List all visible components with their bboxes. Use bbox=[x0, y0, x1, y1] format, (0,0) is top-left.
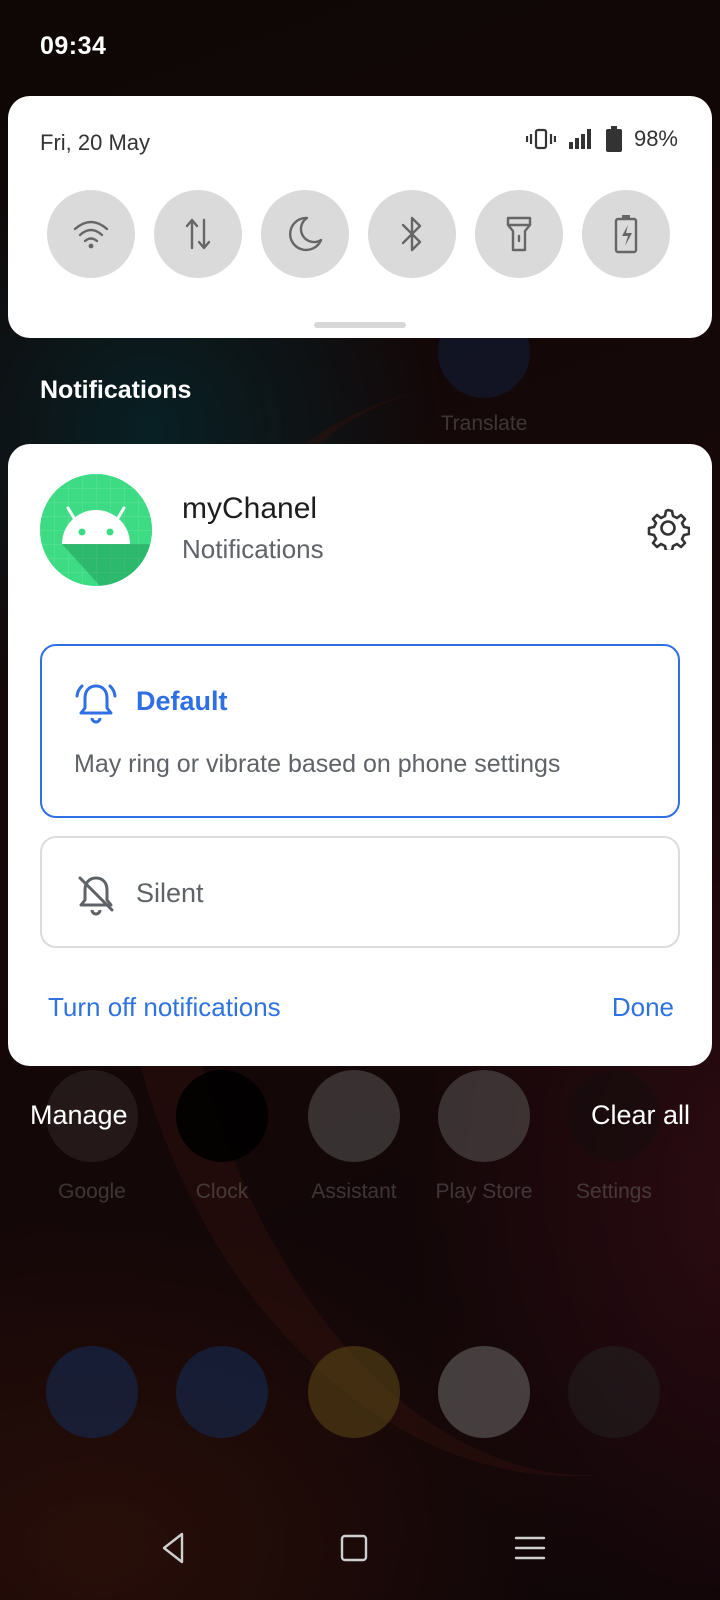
battery-saver-icon bbox=[614, 215, 638, 254]
mobile-data-icon bbox=[185, 218, 211, 250]
manage-button[interactable]: Manage bbox=[30, 1100, 128, 1131]
gear-icon[interactable] bbox=[646, 506, 690, 550]
qs-tiles bbox=[47, 190, 670, 278]
home-nav-icon[interactable] bbox=[334, 1528, 374, 1568]
status-time: 09:34 bbox=[40, 32, 107, 60]
app-name: myChanel bbox=[182, 492, 318, 525]
silent-option[interactable]: Silent bbox=[40, 836, 680, 948]
battery-icon bbox=[605, 126, 622, 152]
back-nav-icon[interactable] bbox=[154, 1528, 194, 1568]
qs-date: Fri, 20 May bbox=[40, 130, 151, 155]
bluetooth-tile[interactable] bbox=[368, 190, 456, 278]
qs-status-icons: 98% bbox=[525, 126, 678, 152]
android-app-icon bbox=[40, 474, 152, 586]
signal-icon bbox=[568, 129, 591, 149]
bell-ringing-icon bbox=[75, 684, 117, 724]
menu-nav-icon[interactable] bbox=[510, 1528, 550, 1568]
notifications-header: Notifications bbox=[40, 376, 192, 404]
vibrate-icon bbox=[525, 128, 556, 150]
mobile-data-tile[interactable] bbox=[154, 190, 242, 278]
app-subtitle: Notifications bbox=[182, 534, 324, 564]
wifi-tile[interactable] bbox=[47, 190, 135, 278]
bluetooth-icon bbox=[401, 216, 422, 252]
default-option-description: May ring or vibrate based on phone setti… bbox=[74, 750, 561, 778]
quick-settings-panel: Fri, 20 May 98% bbox=[8, 96, 712, 338]
notification-settings-card: myChanel Notifications Default May ring … bbox=[8, 444, 712, 1066]
done-button[interactable]: Done bbox=[612, 992, 674, 1023]
flashlight-tile[interactable] bbox=[475, 190, 563, 278]
flashlight-icon bbox=[506, 216, 532, 252]
bell-off-icon bbox=[78, 876, 114, 916]
silent-option-label: Silent bbox=[136, 878, 204, 908]
battery-percent: 98% bbox=[633, 126, 678, 151]
android-robot-icon bbox=[40, 474, 152, 586]
do-not-disturb-tile[interactable] bbox=[261, 190, 349, 278]
moon-icon bbox=[288, 216, 323, 252]
default-option[interactable]: Default May ring or vibrate based on pho… bbox=[40, 644, 680, 818]
default-option-label: Default bbox=[136, 686, 228, 716]
turn-off-notifications-button[interactable]: Turn off notifications bbox=[48, 992, 281, 1023]
wifi-icon bbox=[73, 220, 109, 249]
qs-drag-handle[interactable] bbox=[314, 322, 406, 328]
battery-saver-tile[interactable] bbox=[582, 190, 670, 278]
clear-all-button[interactable]: Clear all bbox=[591, 1100, 690, 1131]
